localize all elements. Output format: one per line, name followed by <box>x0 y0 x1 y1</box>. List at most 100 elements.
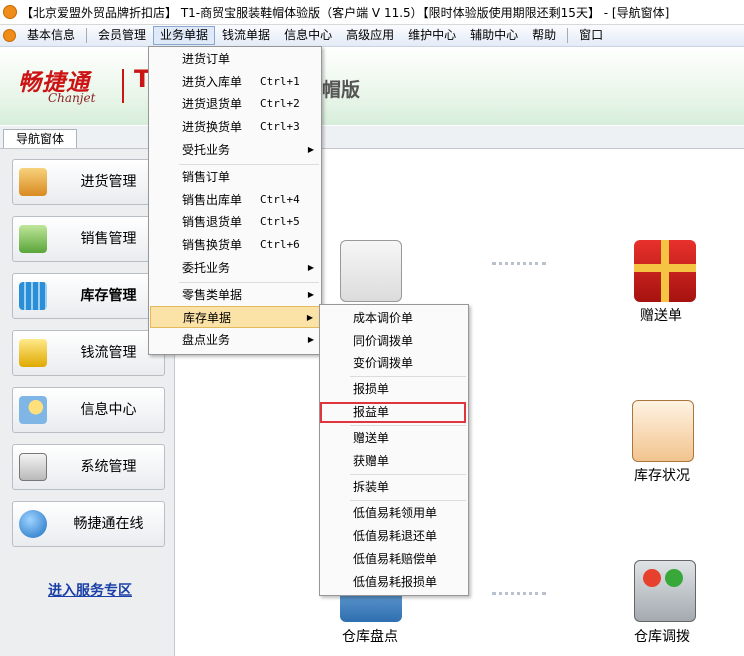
tab-navigation-window[interactable]: 导航窗体 <box>3 129 78 148</box>
service-zone-link[interactable]: 进入服务专区 <box>48 580 132 600</box>
menu-info-center[interactable]: 信息中心 <box>277 26 339 45</box>
menu-assist[interactable]: 辅助中心 <box>463 26 525 45</box>
menu-item-shortcut: Ctrl+1 <box>260 75 300 88</box>
menu-item-sales-exchange[interactable]: 销售换货单 Ctrl+6 <box>150 234 320 256</box>
menu-item-label: 报损单 <box>353 382 390 396</box>
menu-item-label: 低值易耗赔偿单 <box>353 552 438 566</box>
brand-banner: 畅捷通 Chanjet T 帽版 <box>0 47 744 125</box>
menu-item-consignment-out[interactable]: 委托业务 ▶ <box>150 257 320 279</box>
brand-logo-subtext: Chanjet <box>48 91 96 105</box>
submenu-arrow-icon: ▶ <box>307 335 314 344</box>
flow-connector <box>492 592 546 595</box>
sidebar-item-purchase[interactable]: 进货管理 <box>12 159 165 205</box>
sidebar-item-label: 系统管理 <box>80 459 137 475</box>
sidebar-item-label: 信息中心 <box>80 402 137 418</box>
menu-item-cost-adjustment[interactable]: 成本调价单 <box>321 307 467 329</box>
menu-item-label: 变价调拨单 <box>353 356 414 370</box>
menu-basic-info[interactable]: 基本信息 <box>20 26 82 45</box>
sidebar-item-info-center[interactable]: 信息中心 <box>12 387 165 433</box>
menu-item-disassembly[interactable]: 拆装单 <box>321 476 467 498</box>
menu-item-label: 进货订单 <box>182 52 231 66</box>
menu-item-consumable-loss[interactable]: 低值易耗报损单 <box>321 571 467 593</box>
sidebar-item-system[interactable]: 系统管理 <box>12 444 165 490</box>
menu-window[interactable]: 窗口 <box>572 26 610 45</box>
menu-item-shortcut: Ctrl+4 <box>260 193 300 206</box>
menu-separator <box>179 282 319 283</box>
window-title: 【北京爱盟外贸品牌折扣店】 T1-商贸宝服装鞋帽体验版（客户端 V 11.5）【… <box>21 5 670 20</box>
menu-item-consignment-in[interactable]: 受托业务 ▶ <box>150 139 320 161</box>
menu-item-shortcut: Ctrl+5 <box>260 215 300 228</box>
menu-item-shortcut: Ctrl+6 <box>260 238 300 251</box>
menu-item-purchase-receipt[interactable]: 进货入库单 Ctrl+1 <box>150 71 320 93</box>
menu-item-sales-order[interactable]: 销售订单 <box>150 166 320 188</box>
menu-item-label: 销售订单 <box>182 170 231 184</box>
menu-item-label: 获赠单 <box>353 454 390 468</box>
icon-label-stocktake[interactable]: 仓库盘点 <box>342 626 398 646</box>
system-menu-icon[interactable] <box>3 29 16 42</box>
menu-separator <box>86 28 88 43</box>
menu-item-purchase-return[interactable]: 进货退货单 Ctrl+2 <box>150 93 320 115</box>
sidebar-item-sales[interactable]: 销售管理 <box>12 216 165 262</box>
menu-item-purchase-order[interactable]: 进货订单 <box>150 48 320 70</box>
menu-item-label: 零售类单据 <box>182 288 243 302</box>
menu-member-management[interactable]: 会员管理 <box>91 26 153 45</box>
menu-item-label: 销售换货单 <box>182 238 243 252</box>
menu-separator <box>567 28 569 43</box>
lightbulb-icon <box>19 396 47 424</box>
menu-maintenance[interactable]: 维护中心 <box>401 26 463 45</box>
selection-highlight-box <box>320 402 466 423</box>
sidebar-item-cashflow[interactable]: 钱流管理 <box>12 330 165 376</box>
menu-item-label: 委托业务 <box>182 261 231 275</box>
menu-separator <box>350 376 466 377</box>
sidebar-item-label: 畅捷通在线 <box>73 516 144 532</box>
gift-ribbon <box>634 264 696 272</box>
menu-item-label: 低值易耗领用单 <box>353 506 438 520</box>
menu-item-sales-return[interactable]: 销售退货单 Ctrl+5 <box>150 211 320 233</box>
menu-item-label: 进货换货单 <box>182 120 243 134</box>
menu-item-same-price-transfer[interactable]: 同价调拨单 <box>321 330 467 352</box>
menu-item-consumable-return[interactable]: 低值易耗退还单 <box>321 525 467 547</box>
menu-item-label: 低值易耗退还单 <box>353 529 438 543</box>
menu-item-inventory-documents[interactable]: 库存单据 ▶ <box>150 306 320 328</box>
warehouse-grid-icon <box>19 282 47 310</box>
stock-document-icon[interactable] <box>340 240 402 302</box>
menu-item-retail-documents[interactable]: 零售类单据 ▶ <box>150 284 320 306</box>
sidebar-item-online[interactable]: 畅捷通在线 <box>12 501 165 547</box>
menu-item-variable-price-transfer[interactable]: 变价调拨单 <box>321 352 467 374</box>
icon-label-gift[interactable]: 赠送单 <box>640 305 682 325</box>
menu-item-purchase-exchange[interactable]: 进货换货单 Ctrl+3 <box>150 116 320 138</box>
menu-item-consumable-compensation[interactable]: 低值易耗赔偿单 <box>321 548 467 570</box>
menu-advanced[interactable]: 高级应用 <box>339 26 401 45</box>
menu-item-gift-out[interactable]: 赠送单 <box>321 427 467 449</box>
shopping-basket-icon <box>19 168 47 196</box>
money-icon <box>19 339 47 367</box>
menu-item-shortcut: Ctrl+2 <box>260 97 300 110</box>
menu-help[interactable]: 帮助 <box>525 26 563 45</box>
menu-item-label: 成本调价单 <box>353 311 414 325</box>
menu-item-gift-in[interactable]: 获赠单 <box>321 450 467 472</box>
icon-label-transfer[interactable]: 仓库调拨 <box>634 626 690 646</box>
arrow-red <box>643 569 661 587</box>
menu-item-label: 受托业务 <box>182 143 231 157</box>
inventory-documents-submenu: 成本调价单 同价调拨单 变价调拨单 报损单 报益单 赠送单 获赠单 拆装单 低值… <box>319 304 469 596</box>
icon-label-stock-status[interactable]: 库存状况 <box>634 465 690 485</box>
menu-item-label: 销售出库单 <box>182 193 243 207</box>
menu-item-stocktake[interactable]: 盘点业务 ▶ <box>150 329 320 351</box>
menu-item-loss-report[interactable]: 报损单 <box>321 378 467 400</box>
menu-business-documents[interactable]: 业务单据 <box>153 26 216 45</box>
app-icon <box>3 5 17 19</box>
menu-item-label: 盘点业务 <box>182 333 231 347</box>
business-documents-menu: 进货订单 进货入库单 Ctrl+1 进货退货单 Ctrl+2 进货换货单 Ctrl+3… <box>148 46 322 355</box>
clipboard-icon[interactable] <box>632 400 694 462</box>
menu-item-label: 拆装单 <box>353 480 390 494</box>
tab-strip: 导航窗体 <box>0 126 744 149</box>
menu-item-label: 赠送单 <box>353 431 390 445</box>
submenu-arrow-icon: ▶ <box>307 263 314 272</box>
menu-item-sales-delivery[interactable]: 销售出库单 Ctrl+4 <box>150 189 320 211</box>
menu-item-consumable-requisition[interactable]: 低值易耗领用单 <box>321 502 467 524</box>
menu-item-label: 低值易耗报损单 <box>353 575 438 589</box>
warehouse-transfer-icon[interactable] <box>634 560 696 622</box>
menu-cashflow-documents[interactable]: 钱流单据 <box>215 26 277 45</box>
gift-box-icon[interactable] <box>634 240 696 302</box>
sidebar-item-inventory[interactable]: 库存管理 <box>12 273 165 319</box>
